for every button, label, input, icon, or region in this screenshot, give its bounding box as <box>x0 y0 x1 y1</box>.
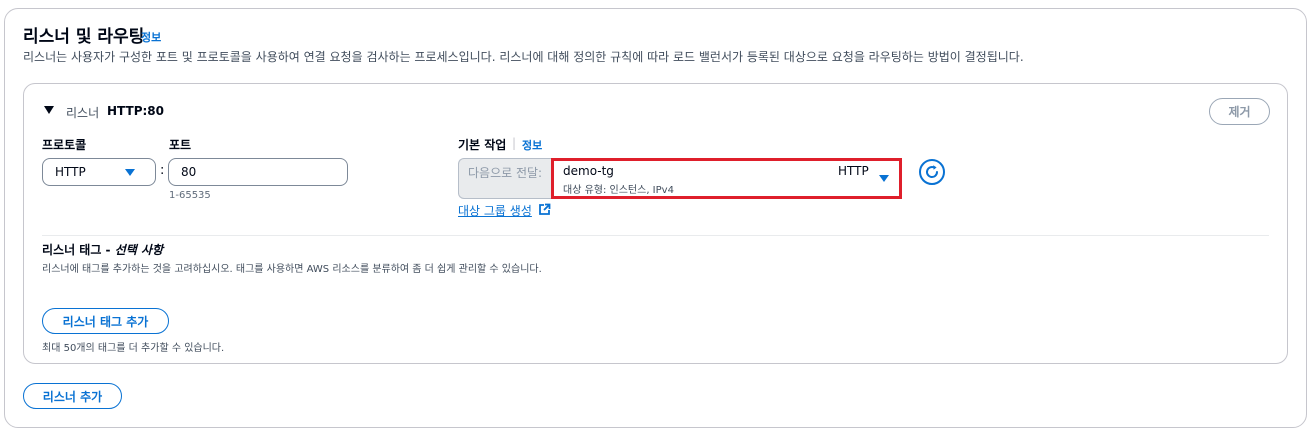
target-group-name: demo-tg <box>563 164 614 178</box>
external-link-icon[interactable] <box>538 203 551 216</box>
target-group-protocol: HTTP <box>838 164 869 178</box>
forward-to-label: 다음으로 전달: <box>468 166 543 180</box>
chevron-down-icon <box>879 175 889 182</box>
protocol-label: 프로토콜 <box>42 138 87 152</box>
create-target-group-link[interactable]: 대상 그룹 생성 <box>458 202 532 219</box>
listener-tags-description: 리스너에 태그를 추가하는 것을 고려하십시오. 태그를 사용하면 AWS 리소… <box>42 264 542 275</box>
default-action-label: 기본 작업 <box>458 138 507 152</box>
refresh-icon <box>926 165 939 178</box>
section-divider <box>42 235 1269 236</box>
port-input[interactable]: 80 <box>168 158 348 186</box>
divider-pipe: | <box>512 136 517 150</box>
listeners-routing-container: 리스너 및 라우팅 정보 리스너는 사용자가 구성한 포트 및 프로토콜을 사용… <box>4 8 1307 428</box>
default-action-info-link[interactable]: 정보 <box>522 137 542 153</box>
port-label: 포트 <box>169 138 192 152</box>
tag-limit-note: 최대 50개의 태그를 더 추가할 수 있습니다. <box>42 343 225 354</box>
section-title: 리스너 및 라우팅 <box>23 27 145 47</box>
listener-name: HTTP:80 <box>107 104 164 118</box>
forward-to-label-box: 다음으로 전달: <box>458 158 551 199</box>
protocol-port-colon: : <box>160 163 165 178</box>
caret-down-icon[interactable] <box>44 106 54 114</box>
target-group-meta: 대상 유형: 인스턴스, IPv4 <box>563 185 674 196</box>
tags-optional-text: 선택 사항 <box>114 243 164 257</box>
protocol-select[interactable]: HTTP <box>42 158 156 186</box>
chevron-down-icon <box>125 169 135 176</box>
protocol-value: HTTP <box>55 165 86 179</box>
tags-heading-text: 리스너 태그 - <box>42 243 115 257</box>
target-group-select[interactable]: demo-tg 대상 유형: 인스턴스, IPv4 HTTP <box>551 158 902 199</box>
section-info-link[interactable]: 정보 <box>141 29 161 45</box>
add-listener-tag-button[interactable]: 리스너 태그 추가 <box>42 308 169 334</box>
section-description: 리스너는 사용자가 구성한 포트 및 프로토콜을 사용하여 연결 요청을 검사하… <box>23 50 1024 64</box>
listener-panel: 리스너 HTTP:80 제거 프로토콜 포트 기본 작업 | 정보 HTTP :… <box>23 83 1288 364</box>
listener-tags-heading: 리스너 태그 - 선택 사항 <box>42 241 163 258</box>
port-hint: 1-65535 <box>169 190 211 201</box>
listener-prefix: 리스너 <box>66 106 100 120</box>
remove-button[interactable]: 제거 <box>1209 98 1270 125</box>
refresh-button[interactable] <box>919 159 945 185</box>
add-listener-button[interactable]: 리스너 추가 <box>23 383 122 409</box>
port-value: 80 <box>181 165 197 179</box>
